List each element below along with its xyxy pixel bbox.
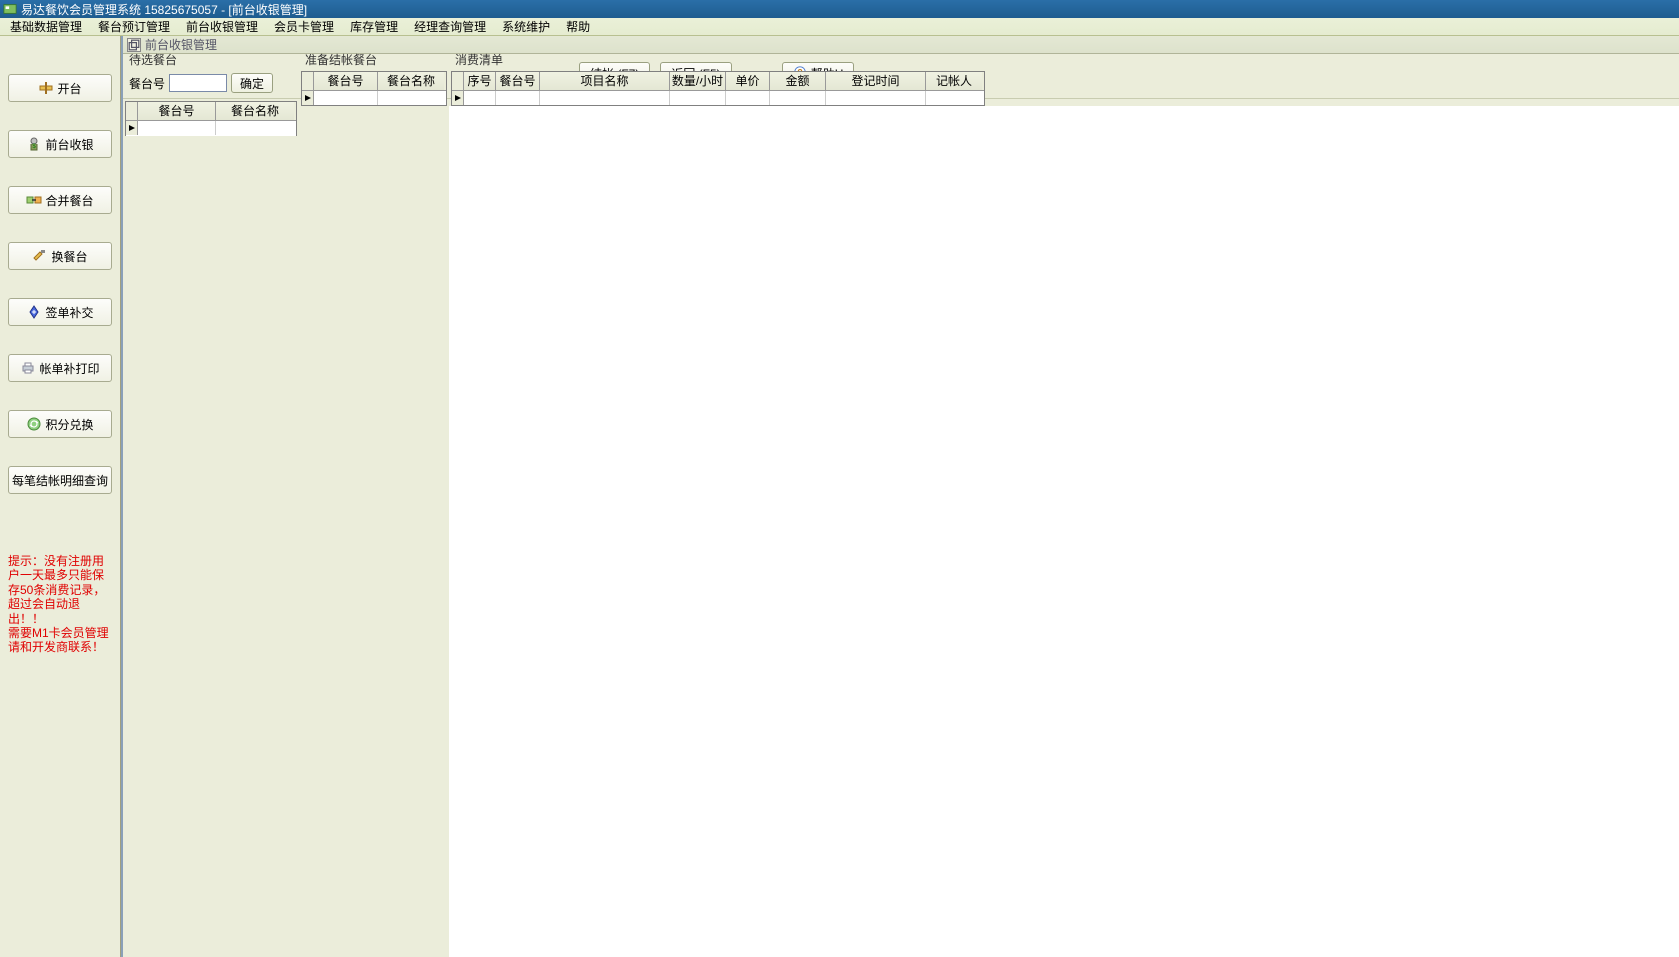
sidebar-btn-front-cashier[interactable]: $ 前台收银 [8, 130, 112, 158]
col-table-no-2[interactable]: 餐台号 [314, 72, 378, 90]
menu-basic-data[interactable]: 基础数据管理 [2, 18, 90, 35]
pending-tables-grid[interactable]: 餐台号 餐台名称 [125, 101, 297, 136]
cashier-icon: $ [26, 136, 42, 152]
confirm-button[interactable]: 确定 [231, 73, 273, 93]
table-row[interactable] [302, 91, 446, 105]
table-row[interactable] [126, 121, 296, 135]
sidebar-btn-reprint[interactable]: 帐单补打印 [8, 354, 112, 382]
subwindow-header: 前台收银管理 [123, 36, 1679, 54]
menu-bar: 基础数据管理 餐台预订管理 前台收银管理 会员卡管理 库存管理 经理查询管理 系… [0, 18, 1679, 36]
sidebar-btn-sign-pay[interactable]: 签单补交 [8, 298, 112, 326]
exchange-icon [26, 416, 42, 432]
col-table-no-3[interactable]: 餐台号 [496, 72, 540, 90]
panel-pending-tables: 待选餐台 餐台号 确定 餐台号 餐台名称 [123, 99, 299, 957]
open-table-icon [38, 80, 54, 96]
table-row[interactable] [452, 91, 984, 105]
col-item-name[interactable]: 项目名称 [540, 72, 670, 90]
col-table-no[interactable]: 餐台号 [138, 102, 216, 120]
sidebar-btn-change-table[interactable]: 换餐台 [8, 242, 112, 270]
col-recorder[interactable]: 记帐人 [926, 72, 982, 90]
table-number-label: 餐台号 [129, 75, 165, 92]
col-price[interactable]: 单价 [726, 72, 770, 90]
row-indicator-icon [452, 91, 464, 105]
menu-front-cashier[interactable]: 前台收银管理 [178, 18, 266, 35]
sidebar-btn-detail-query[interactable]: 每笔结帐明细查询 [8, 466, 112, 494]
col-qty[interactable]: 数量/小时 [670, 72, 726, 90]
col-reg-time[interactable]: 登记时间 [826, 72, 926, 90]
panel-consumption-list: 消费清单 序号 餐台号 项目名称 数量/小时 单价 金额 登记时间 记帐人 [449, 99, 1679, 957]
menu-manager-query[interactable]: 经理查询管理 [406, 18, 494, 35]
checkout-tables-grid[interactable]: 餐台号 餐台名称 [301, 71, 447, 106]
title-bar: 易达餐饮会员管理系统 15825675057 - [前台收银管理] [0, 0, 1679, 18]
table-number-input[interactable] [169, 74, 227, 92]
subwindow-restore-icon[interactable] [127, 38, 141, 52]
col-seq[interactable]: 序号 [464, 72, 496, 90]
consumption-grid[interactable]: 序号 餐台号 项目名称 数量/小时 单价 金额 登记时间 记帐人 [451, 71, 985, 106]
sidebar-btn-merge-table[interactable]: 合并餐台 [8, 186, 112, 214]
panel-checkout-tables: 准备结帐餐台 餐台号 餐台名称 [299, 99, 449, 957]
app-title: 易达餐饮会员管理系统 15825675057 - [前台收银管理] [21, 1, 307, 18]
content-area: 前台收银管理 结帐 (F7) 返回 (F5) ? 帮助H 待选餐台 餐台号 确定 [121, 36, 1679, 957]
col-amount[interactable]: 金额 [770, 72, 826, 90]
change-table-icon [32, 248, 48, 264]
col-table-name[interactable]: 餐台名称 [216, 102, 294, 120]
menu-system-maint[interactable]: 系统维护 [494, 18, 558, 35]
menu-table-reserve[interactable]: 餐台预订管理 [90, 18, 178, 35]
menu-inventory[interactable]: 库存管理 [342, 18, 406, 35]
menu-member-card[interactable]: 会员卡管理 [266, 18, 342, 35]
row-indicator-icon [126, 121, 138, 135]
sidebar-tip: 提示：没有注册用户一天最多只能保存50条消费记录，超过会自动退出！！ 需要M1卡… [4, 554, 116, 655]
menu-help[interactable]: 帮助 [558, 18, 598, 35]
row-indicator-icon [302, 91, 314, 105]
sidebar-btn-open-table[interactable]: 开台 [8, 74, 112, 102]
merge-icon [26, 192, 42, 208]
col-table-name-2[interactable]: 餐台名称 [378, 72, 444, 90]
sign-pay-icon [26, 304, 42, 320]
sidebar: 开台 $ 前台收银 合并餐台 换餐台 签单补交 帐单补打印 积分兑换 每笔结帐明… [0, 36, 121, 957]
printer-icon [20, 360, 36, 376]
app-icon [3, 2, 17, 16]
sidebar-btn-points-exchange[interactable]: 积分兑换 [8, 410, 112, 438]
